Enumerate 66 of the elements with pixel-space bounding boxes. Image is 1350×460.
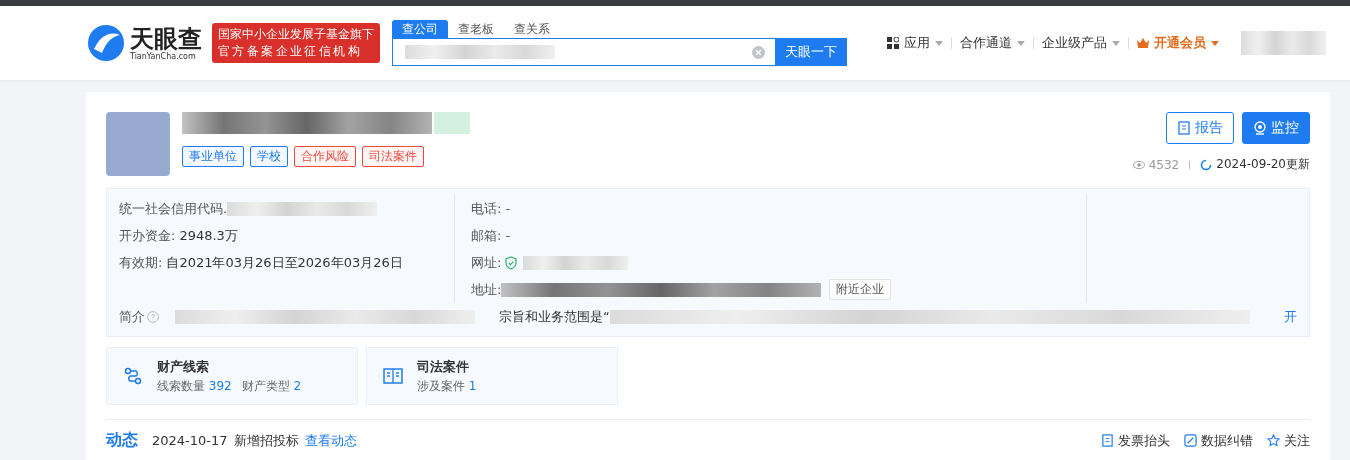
- card-title: 财产线索: [157, 357, 210, 376]
- field-label: 网址:: [471, 253, 502, 272]
- card-stat: 财产类型 2: [241, 377, 302, 395]
- banner: 国家中小企业发展子基金旗下 官方备案企业征信机构: [212, 23, 380, 63]
- company-logo: [106, 112, 170, 176]
- monitor-button[interactable]: 监控: [1242, 112, 1310, 144]
- nav-menu[interactable]: 应用: [904, 34, 930, 52]
- dynamic-text: 新增招投标: [233, 431, 299, 450]
- card-stat: 线索数量 392: [157, 377, 232, 395]
- action-link[interactable]: 关注: [1284, 431, 1310, 450]
- crown-icon: [1137, 37, 1149, 49]
- document-icon: [1177, 121, 1191, 135]
- search-tab[interactable]: 查关系: [504, 20, 560, 38]
- help-icon: [147, 310, 159, 323]
- caret-icon: [935, 40, 943, 46]
- star-icon: [1267, 434, 1280, 447]
- caret-icon: [1017, 40, 1025, 46]
- refresh-icon: [1200, 158, 1213, 171]
- card-title: 司法案件: [417, 357, 470, 376]
- logo-name: 天眼查: [130, 25, 202, 52]
- search-field[interactable]: [392, 38, 775, 66]
- receipt-icon: [1101, 434, 1114, 447]
- field-label: 简介: [119, 307, 145, 326]
- caret-icon: [1211, 40, 1219, 46]
- view-count: 4532: [1148, 157, 1180, 172]
- caret-icon: [1112, 40, 1120, 46]
- view-dynamics-link[interactable]: 查看动态: [304, 431, 357, 450]
- company-tag[interactable]: 事业单位: [182, 146, 244, 167]
- field-value: 2948.3万: [179, 226, 238, 245]
- expand-link[interactable]: 开: [1284, 307, 1297, 326]
- shield-icon: [505, 255, 518, 270]
- contact-field: 电话: -: [471, 199, 511, 218]
- nav-menu[interactable]: 企业级产品: [1042, 34, 1107, 52]
- intro-text: 宗旨和业务范围是“: [499, 307, 610, 326]
- field-label: 开办资金:: [119, 226, 176, 245]
- summary-card[interactable]: 司法案件 涉及案件 1: [366, 347, 618, 405]
- card-stat: 涉及案件 1: [417, 377, 477, 395]
- edit-icon: [1184, 434, 1197, 447]
- field-label: 地址:: [471, 280, 502, 299]
- field-label: 有效期:: [119, 253, 163, 272]
- field-label: 统一社会信用代码.: [119, 199, 228, 218]
- logo-domain: TianYanCha.com: [130, 51, 197, 61]
- action-link[interactable]: 发票抬头: [1118, 431, 1170, 450]
- summary-card[interactable]: 财产线索 线索数量 392 财产类型 2: [106, 347, 358, 405]
- contact-field: 邮箱: -: [471, 226, 511, 245]
- grid-icon: [887, 37, 899, 49]
- company-tag[interactable]: 合作风险: [294, 146, 356, 167]
- route-icon: [123, 366, 143, 386]
- search-tab[interactable]: 查老板: [448, 20, 504, 38]
- field-value: 自2021年03月26日至2026年03月26日: [166, 253, 403, 272]
- update-date: 2024-09-20更新: [1216, 156, 1310, 173]
- eye-icon: [1132, 158, 1145, 171]
- webcam-icon: [1253, 121, 1267, 135]
- report-button[interactable]: 报告: [1166, 112, 1234, 144]
- nearby-button[interactable]: 附近企业: [829, 279, 892, 300]
- company-tag[interactable]: 司法案件: [362, 146, 424, 167]
- redacted-area: [434, 112, 470, 134]
- search-button[interactable]: 天眼一下: [775, 38, 847, 66]
- dynamic-date: 2024-10-17: [152, 433, 228, 448]
- company-tag[interactable]: 学校: [250, 146, 288, 167]
- section-title: 动态: [106, 430, 138, 451]
- book-icon: [383, 366, 403, 386]
- nav-menu[interactable]: 合作通道: [960, 34, 1012, 52]
- logo-icon: [86, 23, 126, 63]
- search-tab[interactable]: 查公司: [392, 20, 448, 38]
- action-link[interactable]: 数据纠错: [1201, 431, 1253, 450]
